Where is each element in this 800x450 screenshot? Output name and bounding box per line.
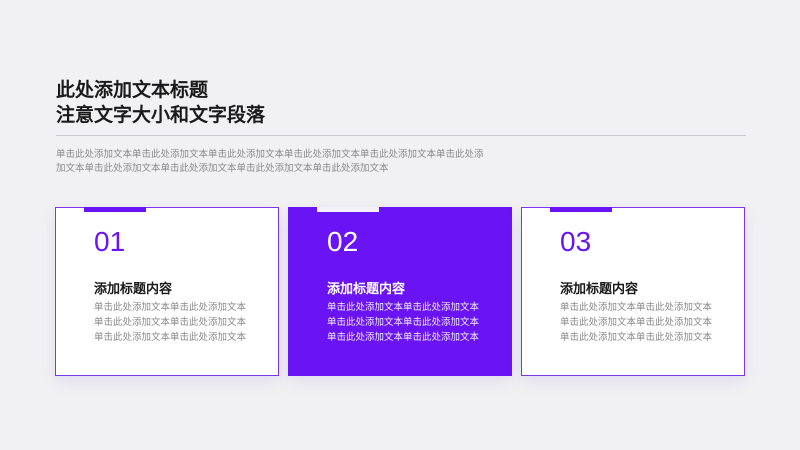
card-body-line: 单击此处添加文本单击此处添加文本 [327,302,480,313]
card-body: 单击此处添加文本单击此处添加文本 单击此处添加文本单击此处添加文本 单击此处添加… [560,300,724,345]
intro-paragraph: 单击此处添加文本单击此处添加文本单击此处添加文本单击此处添加文本单击此处添加文本… [56,148,511,176]
card-body-line: 单击此处添加文本单击此处添加文本 [94,332,247,343]
card-body: 单击此处添加文本单击此处添加文本 单击此处添加文本单击此处添加文本 单击此处添加… [327,300,491,345]
card-body-line: 单击此处添加文本单击此处添加文本 [560,332,713,343]
card-body-line: 单击此处添加文本单击此处添加文本 [560,317,713,328]
card-body-line: 单击此处添加文本单击此处添加文本 [94,317,247,328]
slide-title: 此处添加文本标题 注意文字大小和文字段落 [56,78,265,128]
card-tab [550,207,612,212]
card-tab [317,207,379,212]
card-body-line: 单击此处添加文本单击此处添加文本 [327,317,480,328]
card-01: 01 添加标题内容 单击此处添加文本单击此处添加文本 单击此处添加文本单击此处添… [55,207,279,376]
card-number: 03 [560,226,592,257]
card-02: 02 添加标题内容 单击此处添加文本单击此处添加文本 单击此处添加文本单击此处添… [288,207,512,376]
intro-line-1: 单击此处添加文本单击此处添加文本单击此处添加文本单击此处添加文本单击此处添加文本… [56,149,484,160]
card-body-line: 单击此处添加文本单击此处添加文本 [560,302,713,313]
card-heading: 添加标题内容 [560,282,639,297]
card-03: 03 添加标题内容 单击此处添加文本单击此处添加文本 单击此处添加文本单击此处添… [521,207,745,376]
card-body: 单击此处添加文本单击此处添加文本 单击此处添加文本单击此处添加文本 单击此处添加… [94,300,258,345]
intro-line-2: 加文本单击此处添加文本单击此处添加文本单击此处添加文本单击此处添加文本 [56,163,389,174]
card-heading: 添加标题内容 [94,282,173,297]
title-line-1: 此处添加文本标题 [56,79,209,101]
title-divider [56,135,746,136]
title-line-2: 注意文字大小和文字段落 [56,104,266,126]
card-tab [84,207,146,212]
card-body-line: 单击此处添加文本单击此处添加文本 [327,332,480,343]
card-body-line: 单击此处添加文本单击此处添加文本 [94,302,247,313]
card-number: 02 [327,226,359,257]
card-number: 01 [94,226,126,257]
card-heading: 添加标题内容 [327,282,406,297]
